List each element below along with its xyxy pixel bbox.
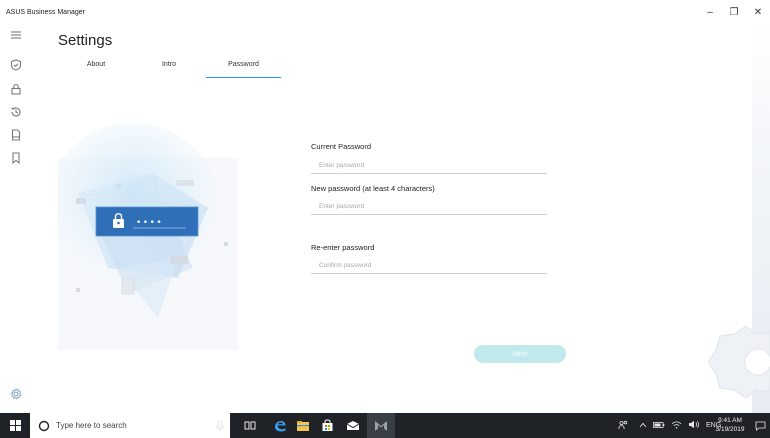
- sidebar: [0, 24, 34, 413]
- taskbar-clock[interactable]: 9:41 AM 3/19/2019: [712, 416, 748, 434]
- volume-icon[interactable]: [688, 420, 700, 431]
- window-controls: – ❐ ✕: [698, 0, 770, 24]
- asus-business-manager-taskbar-icon[interactable]: [367, 413, 395, 438]
- current-password-label: Current Password: [311, 142, 372, 151]
- bookmark-icon[interactable]: [9, 151, 23, 165]
- maximize-button[interactable]: ❐: [722, 0, 746, 24]
- taskbar-search-box[interactable]: [30, 413, 230, 438]
- settings-gear-icon[interactable]: [10, 388, 22, 400]
- password-illustration-art: ••••: [48, 123, 238, 350]
- clock-time: 9:41 AM: [718, 417, 742, 424]
- minimize-button[interactable]: –: [698, 0, 722, 24]
- windows-logo-icon: [9, 420, 21, 431]
- masked-password-text: ••••: [136, 218, 163, 228]
- close-button[interactable]: ✕: [746, 0, 770, 24]
- tab-about[interactable]: About: [72, 58, 120, 78]
- windows-start-button[interactable]: [0, 413, 30, 438]
- battery-icon[interactable]: [653, 421, 665, 431]
- lock-icon[interactable]: [9, 82, 23, 96]
- network-icon[interactable]: [671, 420, 682, 431]
- task-view-icon[interactable]: [235, 413, 265, 438]
- next-button[interactable]: Next: [474, 345, 566, 363]
- password-illustration: ••••: [48, 118, 238, 350]
- reenter-password-label: Re-enter password: [311, 243, 375, 252]
- hamburger-menu-icon[interactable]: [9, 28, 23, 42]
- confirm-password-field[interactable]: [311, 257, 547, 274]
- document-icon[interactable]: [9, 128, 23, 142]
- taskbar: ENG 9:41 AM 3/19/2019: [0, 413, 770, 438]
- shield-icon[interactable]: [9, 58, 23, 72]
- new-password-label: New password (at least 4 characters): [311, 184, 435, 193]
- system-tray: ENG: [618, 413, 721, 438]
- mail-icon[interactable]: [338, 413, 368, 438]
- page-title: Settings: [58, 32, 113, 49]
- current-password-field[interactable]: [311, 157, 547, 174]
- title-bar: ASUS Business Manager – ❐ ✕: [0, 0, 770, 24]
- microphone-icon[interactable]: [205, 413, 235, 438]
- new-password-field[interactable]: [311, 198, 547, 215]
- people-icon[interactable]: [618, 420, 629, 432]
- cortana-circle-icon: [38, 420, 50, 431]
- history-icon[interactable]: [9, 105, 23, 119]
- tab-intro[interactable]: Intro: [145, 58, 193, 78]
- app-title: ASUS Business Manager: [6, 8, 85, 16]
- gear-decoration-icon: [707, 325, 770, 399]
- tab-password[interactable]: Password: [206, 58, 281, 78]
- clock-date: 3/19/2019: [715, 426, 745, 433]
- taskbar-search-input[interactable]: [56, 421, 216, 430]
- action-center-icon[interactable]: [750, 413, 770, 438]
- chevron-up-icon[interactable]: [639, 422, 647, 430]
